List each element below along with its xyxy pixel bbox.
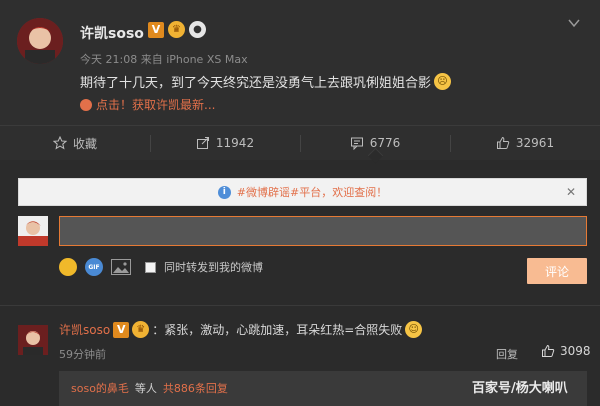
share-icon — [196, 137, 209, 149]
comment-like-button[interactable]: 3098 — [541, 344, 591, 358]
repost-count: 11942 — [215, 136, 255, 150]
star-icon — [52, 136, 67, 150]
gif-icon[interactable]: GIF — [85, 258, 103, 276]
reply-button[interactable]: 回复 — [496, 346, 518, 362]
chevron-down-icon[interactable] — [567, 16, 581, 30]
repost-button[interactable]: 11942 — [150, 126, 300, 160]
post-meta: 今天 21:08 来自 iPhone XS Max — [80, 53, 248, 66]
comment-icon — [350, 137, 363, 150]
comment-button[interactable]: 6776 — [300, 126, 450, 160]
reply-user[interactable]: soso的鼻毛 — [71, 380, 129, 397]
post-action-bar: 收藏 11942 6776 32961 — [0, 125, 600, 160]
composer-tools: GIF 同时转发到我的微博 — [59, 258, 263, 276]
notice-text[interactable]: #微博辟谣#平台，欢迎查阅！ — [237, 184, 387, 200]
commenter-avatar[interactable] — [18, 325, 48, 355]
like-count: 32961 — [515, 136, 555, 150]
author-avatar[interactable] — [17, 18, 63, 64]
forward-label: 同时转发到我的微博 — [164, 261, 263, 274]
sweat-emoji-icon: ☺ — [405, 321, 423, 338]
commenter-name[interactable]: 许凯soso — [59, 321, 110, 338]
submit-comment-button[interactable]: 评论 — [527, 258, 587, 284]
comment-count: 6776 — [369, 136, 401, 150]
crown-badge-icon[interactable]: ♛ — [168, 21, 185, 38]
weibo-post: 许凯soso V ♛ ● 今天 21:08 来自 iPhone XS Max 期… — [0, 0, 600, 125]
like-button[interactable]: 32961 — [450, 126, 600, 160]
post-promo-link[interactable]: 点击！获取许凯最新... — [80, 96, 215, 113]
favorite-label: 收藏 — [72, 136, 97, 151]
forward-checkbox[interactable] — [145, 261, 156, 273]
comment-like-count: 3098 — [560, 344, 591, 358]
verified-badge-icon[interactable]: V — [148, 21, 164, 38]
emoji-picker-icon[interactable] — [59, 258, 77, 276]
post-promo-link-label: 点击！获取许凯最新... — [96, 98, 216, 112]
link-icon — [80, 98, 92, 111]
author-name[interactable]: 许凯soso — [80, 23, 144, 43]
like-icon — [496, 136, 510, 149]
author-badges: V ♛ ● — [148, 21, 206, 38]
reply-others: 等人 — [134, 382, 157, 395]
reply-count-link[interactable]: 共886条回复 — [163, 380, 228, 397]
comment-time: 59分钟前 — [59, 348, 106, 361]
frown-emoji-icon: ☹ — [434, 73, 452, 90]
like-icon — [542, 344, 555, 357]
crown-badge-icon[interactable]: ♛ — [132, 321, 150, 338]
post-text: 期待了十几天，到了今天终究还是没勇气上去跟巩俐姐姐合影 ☹ — [80, 72, 452, 91]
post-text-content: 期待了十几天，到了今天终究还是没勇气上去跟巩俐姐姐合影 — [80, 76, 432, 91]
rumor-notice-banner[interactable]: i #微博辟谣#平台，欢迎查阅！ ✕ — [18, 178, 587, 206]
info-icon: i — [217, 185, 231, 199]
divider — [0, 305, 600, 306]
comment-line: 许凯soso V ♛ ：紧张，激动，心跳加速，耳朵红热=合照失败 ☺ — [59, 321, 423, 338]
comment-input[interactable] — [59, 216, 587, 246]
my-avatar — [18, 216, 48, 246]
image-upload-icon[interactable] — [111, 259, 131, 275]
comment-text: ：紧张，激动，心跳加速，耳朵红热=合照失败 — [152, 323, 403, 337]
ghost-badge-icon[interactable]: ● — [189, 21, 206, 38]
verified-badge-icon[interactable]: V — [113, 321, 130, 338]
close-icon[interactable]: ✕ — [566, 185, 576, 199]
favorite-button[interactable]: 收藏 — [0, 126, 150, 160]
watermark: 百家号/杨大喇叭 — [472, 381, 568, 396]
